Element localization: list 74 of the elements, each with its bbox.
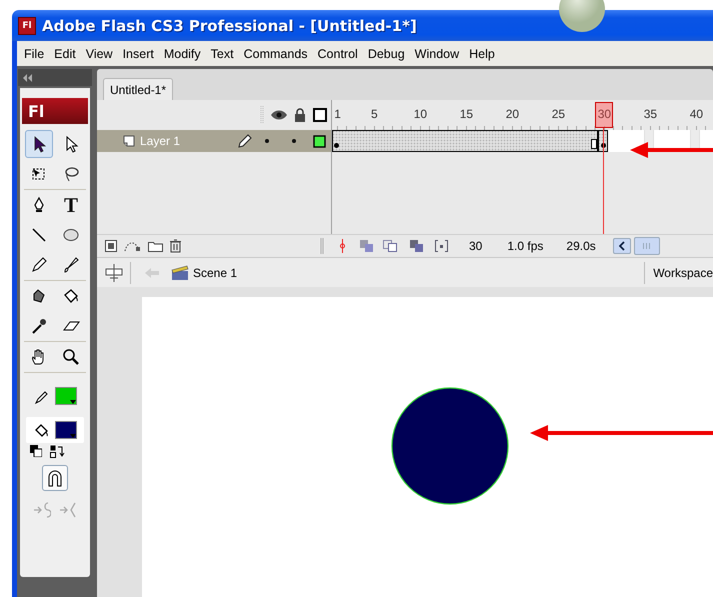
document-tab[interactable]: Untitled-1* [103,78,174,100]
pencil-icon [34,388,48,404]
menu-item[interactable]: Text [206,44,239,62]
menu-item[interactable]: Edit [49,44,81,62]
layer-color-icon[interactable] [313,134,326,148]
swap-colors-icon[interactable] [50,444,64,458]
menu-item[interactable]: View [80,44,118,62]
menu-item[interactable]: Commands [238,44,313,62]
onion-outline-icon[interactable] [383,240,397,252]
trash-icon[interactable] [170,239,181,253]
edit-multiple-frames-icon[interactable] [410,240,424,252]
eyedropper-icon [30,317,48,335]
scrollbar-thumb[interactable] [634,237,660,255]
menu-item[interactable]: Debug [362,44,410,62]
line-icon [30,226,48,244]
layer-icon [123,135,135,147]
menu-item[interactable]: Control [312,44,363,62]
folder-icon[interactable] [148,240,163,252]
app-logo: Fl [18,16,36,34]
eye-icon[interactable] [271,110,287,120]
center-frame-icon[interactable] [340,239,345,253]
default-colors-icon[interactable] [30,445,42,457]
snap-button[interactable] [42,465,68,491]
outline-square-icon[interactable] [313,108,327,122]
menu-item[interactable]: Modify [158,44,206,62]
motion-guide-icon[interactable] [124,240,141,252]
glare-spot [559,0,605,32]
frame-number: 20 [506,107,520,121]
frame-number: 40 [690,107,704,121]
playhead[interactable] [595,102,614,128]
menu-item[interactable]: Window [410,44,464,62]
workspace-label: Workspace [653,266,713,280]
selection-tool-button[interactable] [25,130,53,158]
menu-item[interactable]: Insert [118,44,159,62]
frame-number: 15 [460,107,474,121]
magnet-icon [47,469,63,487]
layer-name: Layer 1 [140,134,180,148]
brush-icon [62,256,80,274]
fill-color-swatch[interactable] [54,421,76,439]
active-color-row[interactable] [26,417,84,443]
grip-icon [260,106,264,124]
menu-item[interactable]: File [19,44,50,62]
oval-icon [62,226,80,244]
magnifier-icon [62,348,80,366]
keyframe-dot-icon [334,143,340,148]
frame-number: 30 [598,107,612,121]
elapsed-time: 29.0s [566,239,596,253]
lock-icon[interactable] [294,108,306,122]
stroke-color-swatch[interactable] [54,387,76,405]
collapse-icon[interactable] [23,74,33,82]
paint-bucket-icon [34,422,48,438]
panel-logo: Fl [22,98,88,124]
paint-bucket-icon [62,287,80,305]
window-title: Adobe Flash CS3 Professional - [Untitled-1*] [42,16,417,34]
frame-number: 10 [414,107,428,121]
grip-icon [320,238,324,254]
frame-rate: 1.0 fps [507,239,544,253]
new-layer-icon[interactable] [105,240,117,252]
frame-number: 25 [552,107,566,121]
chevron-left-icon [618,241,625,251]
current-frame: 30 [469,239,482,253]
modify-markers-icon[interactable] [435,240,448,252]
scene-label: Scene 1 [193,266,238,280]
timeline-toggle-icon[interactable] [104,264,124,282]
clapperboard-icon [171,264,189,280]
menu-item[interactable]: Help [464,44,500,62]
frame-number: 5 [371,107,378,121]
frame-number: 1 [334,107,341,121]
text-tool-button[interactable]: T [57,191,85,219]
onion-skin-icon[interactable] [360,240,374,252]
frame-number: 35 [644,107,658,121]
pencil-icon [30,256,48,274]
end-frame-icon [590,139,597,149]
scroll-left-button[interactable] [612,238,631,254]
